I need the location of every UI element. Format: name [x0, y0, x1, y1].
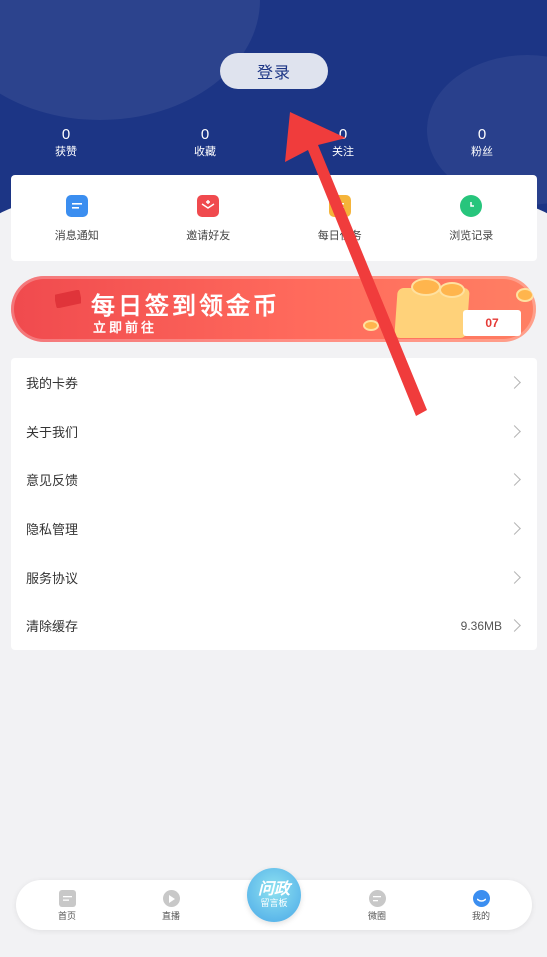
- stat-label: 关注: [332, 146, 354, 158]
- tab-home[interactable]: 首页: [37, 890, 97, 922]
- task-icon: [328, 195, 351, 217]
- menu-item-label: 隐私管理: [26, 521, 79, 537]
- menu-item-label: 意见反馈: [26, 473, 79, 489]
- clock-icon: [460, 195, 483, 217]
- settings-menu: 我的卡券 关于我们 意见反馈 隐私管理 服务协议 清除缓存 9.36MB: [11, 358, 537, 650]
- menu-item-feedback[interactable]: 意见反馈: [11, 455, 537, 504]
- coin-icon: [516, 288, 534, 302]
- quick-action-label: 每日任务: [317, 230, 362, 242]
- home-icon: [58, 890, 76, 907]
- login-button[interactable]: 登录: [220, 53, 328, 89]
- daily-checkin-banner[interactable]: 每日签到领金币 立即前往 07: [11, 276, 536, 342]
- stat-favorites[interactable]: 0 收藏: [165, 126, 245, 160]
- message-board-title: 问政: [257, 880, 290, 898]
- play-icon: [162, 890, 180, 907]
- menu-item-privacy[interactable]: 隐私管理: [11, 504, 537, 553]
- menu-item-coupons[interactable]: 我的卡券: [11, 358, 537, 407]
- menu-item-about[interactable]: 关于我们: [11, 407, 537, 456]
- menu-item-clear-cache[interactable]: 清除缓存 9.36MB: [11, 601, 537, 650]
- stat-value: 0: [338, 126, 348, 143]
- coin-icon: [439, 282, 465, 298]
- chat-icon: [368, 890, 386, 907]
- tab-label: 微圈: [367, 911, 386, 921]
- quick-action-label: 浏览记录: [449, 230, 494, 242]
- banner-title: 每日签到领金币: [91, 293, 280, 320]
- calendar-icon: 07: [463, 310, 521, 336]
- quick-action-daily-task[interactable]: 每日任务: [274, 175, 406, 261]
- stat-following[interactable]: 0 关注: [303, 126, 383, 160]
- stat-label: 粉丝: [471, 146, 493, 158]
- header-decoration: [0, 0, 260, 120]
- quick-action-history[interactable]: 浏览记录: [406, 175, 538, 261]
- cache-size-value: 9.36MB: [460, 618, 502, 633]
- chevron-right-icon: [508, 424, 521, 438]
- banner-subtitle: 立即前往: [93, 320, 158, 335]
- coin-icon: [363, 320, 379, 331]
- tab-mine[interactable]: 我的: [451, 890, 511, 922]
- tab-label: 首页: [57, 911, 76, 921]
- message-board-subtitle: 留言板: [260, 897, 288, 908]
- red-envelope-icon: [197, 195, 220, 217]
- menu-item-label: 我的卡券: [26, 375, 79, 391]
- chevron-right-icon: [508, 375, 521, 389]
- message-board-button[interactable]: 问政 留言板: [247, 868, 301, 922]
- stat-value: 0: [61, 126, 71, 143]
- tab-label: 我的: [471, 911, 490, 921]
- menu-item-service-agreement[interactable]: 服务协议: [11, 553, 537, 602]
- stat-label: 收藏: [194, 146, 216, 158]
- profile-icon: [472, 890, 490, 907]
- menu-item-label: 关于我们: [26, 424, 79, 440]
- menu-item-label: 清除缓存: [26, 619, 79, 635]
- chevron-right-icon: [508, 619, 521, 633]
- stat-value: 0: [477, 126, 487, 143]
- red-envelope-icon: [55, 290, 81, 308]
- quick-action-messages[interactable]: 消息通知: [11, 175, 143, 261]
- chevron-right-icon: [508, 522, 521, 535]
- menu-item-label: 服务协议: [26, 570, 79, 586]
- quick-action-label: 消息通知: [54, 230, 99, 242]
- stat-followers[interactable]: 0 粉丝: [442, 126, 522, 160]
- stat-likes[interactable]: 0 获赞: [26, 126, 106, 160]
- message-icon: [65, 195, 88, 217]
- tab-live[interactable]: 直播: [141, 890, 201, 922]
- chevron-right-icon: [508, 570, 521, 584]
- stat-label: 获赞: [55, 146, 77, 158]
- quick-action-invite[interactable]: 邀请好友: [143, 175, 275, 261]
- quick-actions-card: 消息通知 邀请好友 每日任务 浏览记录: [11, 175, 537, 261]
- stat-value: 0: [200, 126, 210, 143]
- tab-circle[interactable]: 微圈: [347, 890, 407, 922]
- quick-action-label: 邀请好友: [186, 230, 231, 242]
- coin-icon: [411, 278, 441, 296]
- tab-label: 直播: [161, 911, 180, 921]
- chevron-right-icon: [508, 473, 521, 487]
- stats-row: 0 获赞 0 收藏 0 关注 0 粉丝: [0, 126, 547, 166]
